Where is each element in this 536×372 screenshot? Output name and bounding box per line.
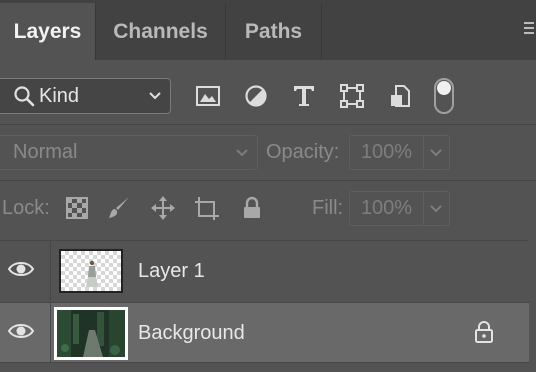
blend-mode-dropdown[interactable]: Normal: [0, 135, 258, 170]
lock-transparent-pixels-icon[interactable]: [64, 195, 90, 221]
pixel-layer-filter-icon[interactable]: [195, 83, 221, 109]
tab-layers[interactable]: Layers: [0, 3, 95, 60]
smart-object-filter-icon[interactable]: [388, 83, 414, 109]
opacity-dropdown-button[interactable]: [424, 135, 450, 170]
layer-lock-icon[interactable]: [473, 320, 495, 344]
column-divider: [50, 303, 51, 362]
filter-toggle-switch[interactable]: [434, 78, 454, 114]
layer-name[interactable]: Background: [138, 322, 245, 345]
opacity-label: Opacity:: [266, 141, 340, 163]
fill-label: Fill:: [312, 197, 344, 219]
layer-name[interactable]: Layer 1: [138, 260, 205, 283]
column-divider: [50, 241, 51, 301]
figure-thumbnail-image: [86, 260, 98, 287]
fill-dropdown-button[interactable]: [424, 191, 450, 226]
lock-label: Lock:: [2, 197, 50, 219]
fill-input[interactable]: 100%: [349, 191, 424, 226]
chevron-down-icon: [430, 149, 442, 157]
layer-row-layer-1[interactable]: Layer 1: [0, 240, 529, 301]
divider: [0, 124, 536, 125]
visibility-eye-icon[interactable]: [8, 321, 34, 341]
move-arrows-icon[interactable]: [150, 195, 176, 221]
layer-thumbnail[interactable]: [59, 249, 123, 293]
blend-mode-label: Normal: [13, 141, 78, 163]
lock-icon[interactable]: [239, 195, 265, 221]
layer-row-background[interactable]: Background: [0, 302, 529, 363]
layer-thumbnail[interactable]: [54, 307, 128, 360]
tab-divider: [321, 3, 322, 60]
artboard-icon[interactable]: [194, 195, 220, 221]
brush-icon[interactable]: [106, 195, 132, 221]
filter-kind-label: Kind: [39, 84, 80, 107]
divider: [0, 180, 536, 181]
adjustment-layer-filter-icon[interactable]: [243, 83, 269, 109]
search-icon: [14, 86, 35, 107]
tab-paths[interactable]: Paths: [226, 3, 321, 60]
shape-layer-filter-icon[interactable]: [339, 83, 365, 109]
toggle-knob: [437, 81, 451, 95]
filter-kind-dropdown[interactable]: Kind: [0, 78, 171, 114]
chevron-down-icon: [430, 205, 442, 213]
visibility-eye-icon[interactable]: [8, 259, 34, 279]
panel-tab-bar: Layers Channels Paths: [0, 0, 536, 60]
forest-thumbnail-image: [57, 310, 125, 357]
chevron-down-icon: [236, 149, 248, 157]
chevron-down-icon: [149, 92, 161, 100]
opacity-input[interactable]: 100%: [349, 135, 424, 170]
type-layer-filter-icon[interactable]: [291, 83, 317, 109]
tab-channels[interactable]: Channels: [96, 3, 225, 60]
panel-menu-icon[interactable]: [524, 22, 534, 36]
